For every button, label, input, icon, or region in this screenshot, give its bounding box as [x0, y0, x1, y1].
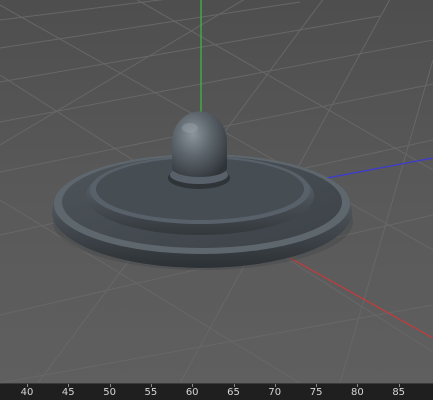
- timeline-tick-label: 65: [227, 387, 240, 398]
- timeline-tick-label: 60: [185, 387, 199, 398]
- 3d-viewport[interactable]: [0, 0, 433, 383]
- timeline-tick-label: 50: [103, 387, 116, 398]
- timeline-tick-label: 40: [20, 387, 34, 398]
- timeline-tick-label: 80: [351, 387, 364, 398]
- timeline-tick-label: 75: [309, 387, 323, 398]
- timeline-tick-label: 55: [144, 387, 158, 398]
- timeline-tick-label: 70: [268, 387, 282, 398]
- timeline-tick-label: 85: [392, 387, 406, 398]
- timeline-tick-label: 45: [61, 387, 75, 398]
- 3d-editor-app: 40 45 50 55 60 65 70 75 80 85: [0, 0, 433, 400]
- disc-knob: [172, 111, 227, 177]
- timeline-ruler[interactable]: 40 45 50 55 60 65 70 75 80 85: [0, 383, 433, 400]
